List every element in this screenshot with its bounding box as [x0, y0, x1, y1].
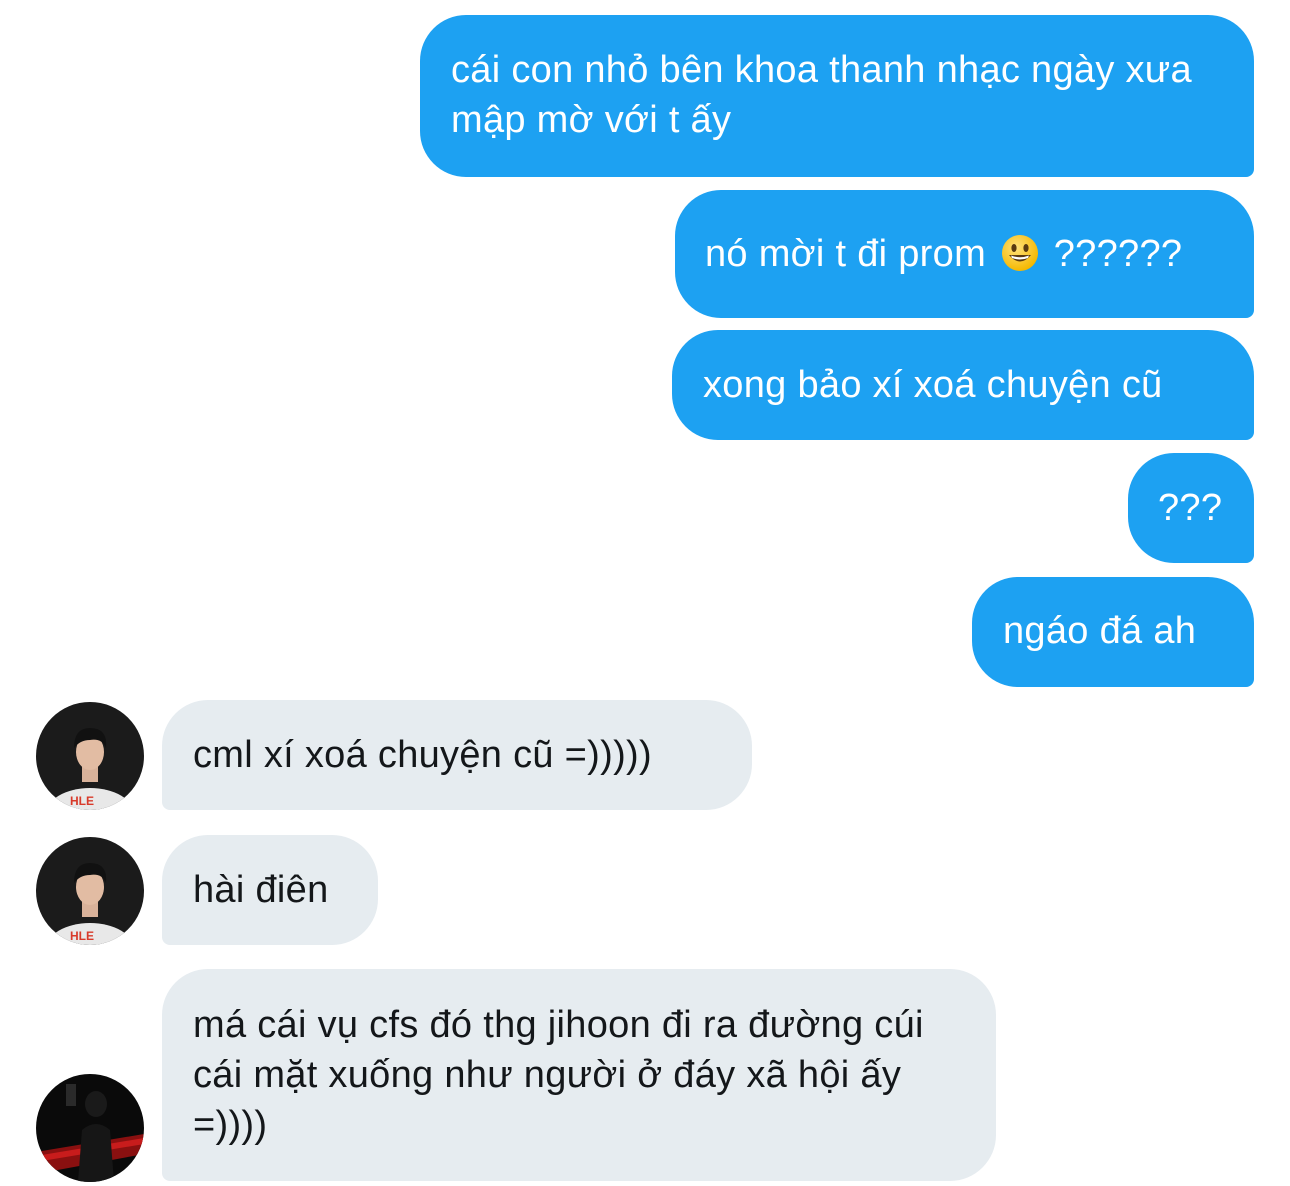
sent-message-4[interactable]: ???	[1128, 453, 1254, 563]
grinning-face-emoji-icon	[1001, 235, 1038, 271]
sent-message-1[interactable]: cái con nhỏ bên khoa thanh nhạc ngày xưa…	[420, 15, 1254, 177]
sent-message-2-text: nó mời t đi prom	[705, 233, 987, 275]
sent-message-1-text: cái con nhỏ bên khoa thanh nhạc ngày xưa…	[451, 49, 1192, 141]
received-message-3[interactable]: má cái vụ cfs đó thg jihoon đi ra đường …	[162, 969, 996, 1181]
sender-avatar-1[interactable]: HLE	[36, 702, 144, 810]
player-avatar-icon: HLE	[36, 702, 144, 810]
sender-avatar-3[interactable]	[36, 1074, 144, 1182]
received-message-2-text: hài điên	[193, 869, 329, 911]
sent-message-3-text: xong bảo xí xoá chuyện cũ	[703, 364, 1163, 406]
received-message-2[interactable]: hài điên	[162, 835, 378, 945]
sent-message-2[interactable]: nó mời t đi prom ??????	[675, 190, 1254, 318]
received-message-1[interactable]: cml xí xoá chuyện cũ =)))))	[162, 700, 752, 810]
sent-message-4-text: ???	[1158, 487, 1223, 529]
received-message-1-text: cml xí xoá chuyện cũ =)))))	[193, 734, 652, 776]
sent-message-5[interactable]: ngáo đá ah	[972, 577, 1254, 687]
dark-silhouette-avatar-icon	[36, 1074, 144, 1182]
sent-message-2-suffix: ??????	[1053, 233, 1183, 275]
svg-text:HLE: HLE	[70, 794, 94, 808]
player-avatar-icon: HLE	[36, 837, 144, 945]
received-message-3-text: má cái vụ cfs đó thg jihoon đi ra đường …	[193, 1004, 924, 1146]
sender-avatar-2[interactable]: HLE	[36, 837, 144, 945]
sent-message-5-text: ngáo đá ah	[1003, 610, 1197, 652]
sent-message-3[interactable]: xong bảo xí xoá chuyện cũ	[672, 330, 1254, 440]
svg-text:HLE: HLE	[70, 929, 94, 943]
